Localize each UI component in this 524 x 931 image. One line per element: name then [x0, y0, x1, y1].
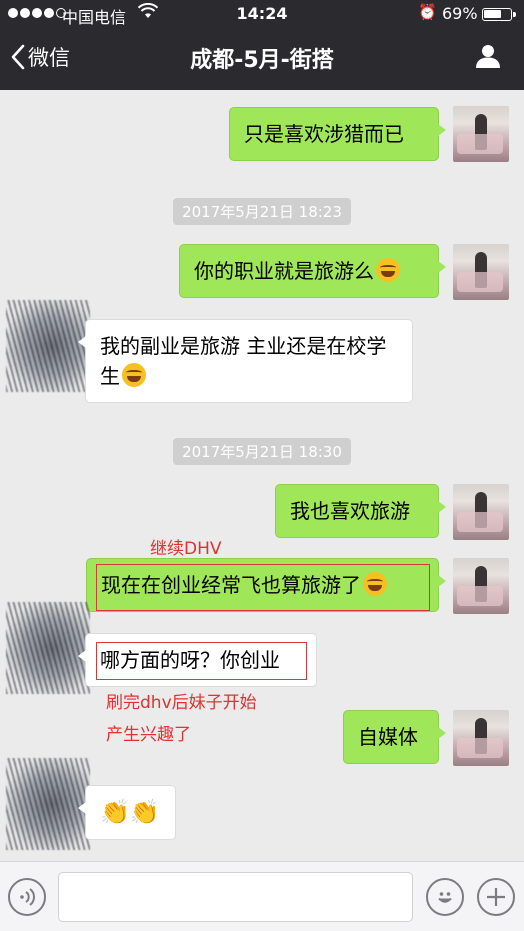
annotation-interest-line1: 刷完dhv后妹子开始 — [106, 693, 257, 713]
timestamp: 2017年5月21日 18:23 — [0, 198, 524, 225]
laugh-cry-emoji — [122, 363, 146, 387]
message-text: 你的职业就是旅游么 — [194, 259, 374, 283]
laugh-cry-emoji — [363, 572, 387, 596]
my-avatar[interactable] — [453, 106, 509, 162]
chevron-left-icon — [11, 44, 25, 70]
plus-icon — [487, 888, 505, 906]
annotation-interest-line2: 产生兴趣了 — [106, 725, 191, 745]
message-text: 只是喜欢涉猎而已 — [244, 122, 404, 146]
message-bubble-sent[interactable]: 自媒体 — [343, 710, 446, 764]
my-avatar[interactable] — [453, 244, 509, 300]
message-text: 我也喜欢旅游 — [290, 499, 410, 523]
laugh-cry-emoji — [376, 258, 400, 282]
timestamp-label: 2017年5月21日 18:23 — [173, 198, 351, 225]
message-input[interactable] — [58, 872, 413, 922]
message-bubble-sent[interactable]: 只是喜欢涉猎而已 — [229, 107, 446, 161]
my-avatar[interactable] — [453, 558, 509, 614]
voice-button[interactable] — [8, 878, 46, 916]
status-bar: 中国电信 14:24 ⏰ 69% — [0, 0, 524, 28]
message-bubble-received[interactable]: 👏👏 — [78, 785, 176, 840]
message-bubble-received[interactable]: 我的副业是旅游 主业还是在校学生 — [78, 319, 413, 403]
timestamp: 2017年5月21日 18:30 — [0, 438, 524, 465]
chat-title: 成都-5月-街搭 — [190, 48, 334, 73]
input-bar — [0, 861, 524, 931]
my-avatar[interactable] — [453, 484, 509, 540]
alarm-icon: ⏰ — [418, 3, 437, 21]
message-text: 哪方面的呀？你创业 — [100, 648, 280, 672]
emoji-button[interactable] — [426, 878, 464, 916]
voice-icon — [20, 888, 35, 906]
battery-percentage: 69% — [442, 4, 478, 23]
message-bubble-sent[interactable]: 现在在创业经常飞也算旅游了 — [86, 558, 446, 612]
clapping-hands-emoji: 👏👏 — [100, 798, 160, 826]
message-bubble-received[interactable]: 哪方面的呀？你创业 — [78, 633, 317, 687]
my-avatar[interactable] — [453, 710, 509, 766]
chat-area[interactable]: 只是喜欢涉猎而已 2017年5月21日 18:23 你的职业就是旅游么 我的副业… — [0, 90, 524, 861]
top-bar: 中国电信 14:24 ⏰ 69% 微信 成都-5月-街搭 — [0, 0, 524, 90]
contact-avatar[interactable] — [6, 602, 90, 694]
battery-icon — [482, 8, 516, 21]
message-bubble-sent[interactable]: 我也喜欢旅游 — [275, 484, 446, 538]
back-button[interactable]: 微信 — [10, 42, 70, 72]
nav-bar: 微信 成都-5月-街搭 — [0, 28, 524, 90]
chat-info-button[interactable] — [474, 42, 502, 74]
person-icon — [476, 45, 500, 68]
message-text: 现在在创业经常飞也算旅游了 — [101, 573, 361, 597]
more-button[interactable] — [477, 878, 515, 916]
timestamp-label: 2017年5月21日 18:30 — [173, 438, 351, 465]
smiley-icon — [438, 892, 452, 903]
message-text: 自媒体 — [358, 725, 418, 749]
message-bubble-sent[interactable]: 你的职业就是旅游么 — [179, 244, 446, 298]
back-label: 微信 — [28, 46, 70, 70]
